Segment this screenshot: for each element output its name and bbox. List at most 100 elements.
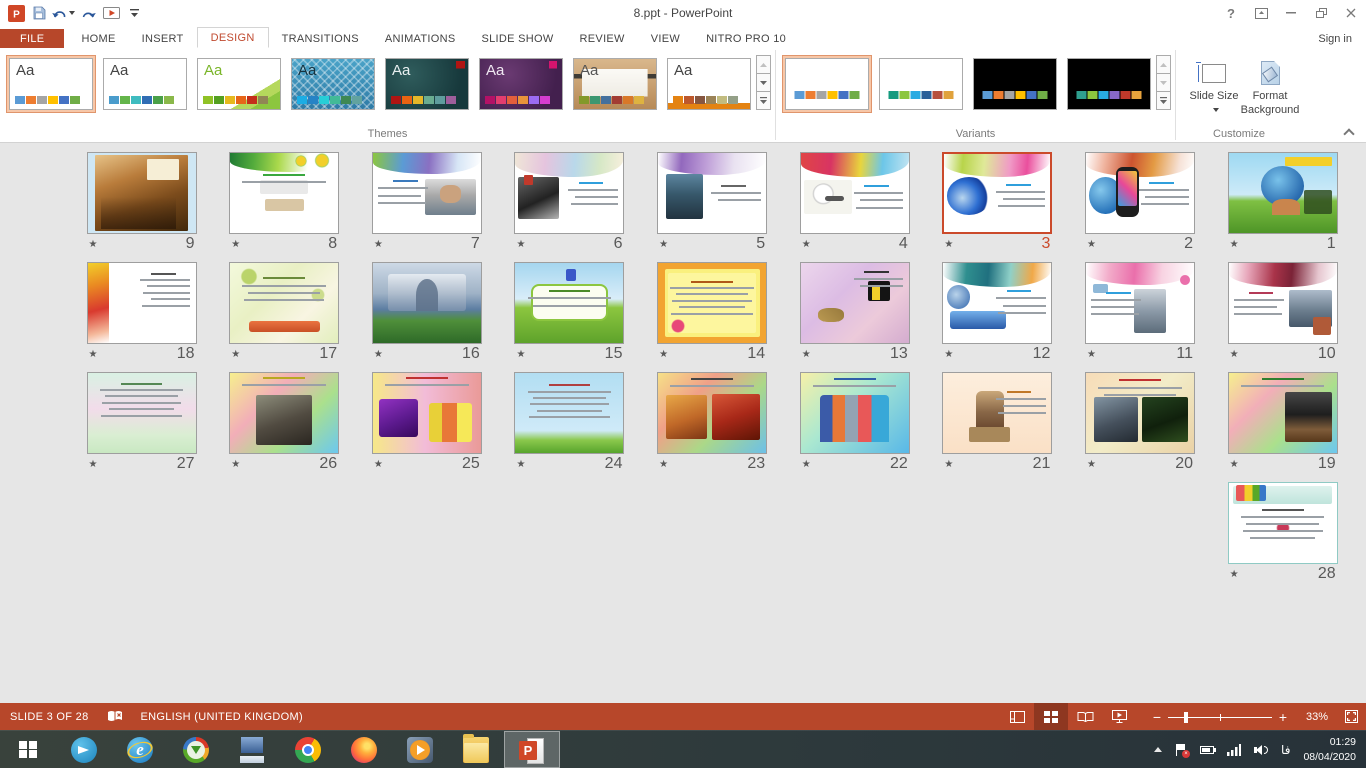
tab-animations[interactable]: ANIMATIONS: [372, 29, 469, 48]
collapse-ribbon-icon[interactable]: [1344, 128, 1354, 136]
taskbar-start-button[interactable]: [0, 731, 56, 768]
start-from-beginning-button[interactable]: [101, 3, 121, 23]
slide-thumbnail-22[interactable]: [800, 372, 910, 454]
slide-thumbnail-26[interactable]: [229, 372, 339, 454]
slide-thumbnail-2[interactable]: [1085, 152, 1195, 234]
language-indicator[interactable]: ENGLISH (UNITED KINGDOM): [141, 711, 303, 723]
slide-thumbnail-28[interactable]: [1228, 482, 1338, 564]
tab-review[interactable]: REVIEW: [567, 29, 638, 48]
taskbar-chrome-button[interactable]: [280, 731, 336, 768]
slide-thumbnail-14[interactable]: [657, 262, 767, 344]
variant-thumbnail-1[interactable]: [782, 55, 872, 113]
slide-thumbnail-11[interactable]: [1085, 262, 1195, 344]
customize-qat-button[interactable]: [124, 3, 144, 23]
taskbar-firefox-button[interactable]: [336, 731, 392, 768]
slide-thumbnail-21[interactable]: [942, 372, 1052, 454]
gallery-scroll-up-icon[interactable]: [756, 55, 771, 74]
slide-thumbnail-1[interactable]: [1228, 152, 1338, 234]
tab-view[interactable]: VIEW: [638, 29, 693, 48]
taskbar-ie-button[interactable]: [112, 731, 168, 768]
slide-thumbnail-24[interactable]: [514, 372, 624, 454]
slide-thumbnail-25[interactable]: [372, 372, 482, 454]
minimize-icon[interactable]: [1276, 0, 1306, 26]
tab-file[interactable]: FILE: [0, 29, 64, 48]
slide-thumbnail-19[interactable]: [1228, 372, 1338, 454]
slide-thumbnail-16[interactable]: [372, 262, 482, 344]
slide-thumbnail-27[interactable]: [87, 372, 197, 454]
theme-thumbnail-4[interactable]: Aa: [288, 55, 378, 113]
zoom-in-icon[interactable]: +: [1276, 709, 1290, 725]
slide-thumbnail-18[interactable]: [87, 262, 197, 344]
sign-in-link[interactable]: Sign in: [1318, 33, 1352, 45]
ribbon-display-options-icon[interactable]: [1246, 0, 1276, 26]
taskbar-media-player-button[interactable]: [392, 731, 448, 768]
slide-thumbnail-4[interactable]: [800, 152, 910, 234]
zoom-level[interactable]: 33%: [1290, 711, 1328, 723]
slide-thumbnail-3[interactable]: [942, 152, 1052, 234]
tab-home[interactable]: HOME: [68, 29, 128, 48]
slide-thumbnail-8[interactable]: [229, 152, 339, 234]
redo-button[interactable]: [78, 3, 98, 23]
theme-thumbnail-6[interactable]: Aa: [476, 55, 566, 113]
slide-sorter-view-icon[interactable]: [1034, 703, 1068, 730]
clock[interactable]: 01:29 08/04/2020: [1303, 735, 1356, 763]
slide-thumbnail-13[interactable]: [800, 262, 910, 344]
theme-thumbnail-2[interactable]: Aa: [100, 55, 190, 113]
undo-button[interactable]: [52, 3, 75, 23]
hidden-icons-chevron-icon[interactable]: [1154, 747, 1162, 752]
network-signal-icon[interactable]: [1227, 744, 1241, 756]
tab-transitions[interactable]: TRANSITIONS: [269, 29, 372, 48]
variant-thumbnail-2[interactable]: [876, 55, 966, 113]
taskbar-file-explorer-button[interactable]: [448, 731, 504, 768]
taskbar-remote-desktop-button[interactable]: [224, 731, 280, 768]
gallery-more-icon[interactable]: [756, 91, 771, 110]
variant-thumbnail-4[interactable]: [1064, 55, 1154, 113]
slide-indicator[interactable]: SLIDE 3 OF 28: [10, 711, 89, 723]
close-icon[interactable]: [1336, 0, 1366, 26]
gallery-scroll-down-icon[interactable]: [1156, 73, 1171, 92]
action-center-flag-icon[interactable]: ×: [1175, 744, 1187, 756]
slide-thumbnail-6[interactable]: [514, 152, 624, 234]
slide-thumbnail-12[interactable]: [942, 262, 1052, 344]
tab-insert[interactable]: INSERT: [129, 29, 197, 48]
slide-thumbnail-5[interactable]: [657, 152, 767, 234]
slide-thumbnail-9[interactable]: [87, 152, 197, 234]
slide-thumbnail-20[interactable]: [1085, 372, 1195, 454]
tab-design[interactable]: DESIGN: [197, 27, 269, 48]
battery-icon[interactable]: [1200, 746, 1214, 754]
taskbar-powerpoint-button[interactable]: [504, 731, 560, 768]
fit-slide-to-window-icon[interactable]: [1336, 703, 1366, 730]
slide-show-icon[interactable]: [1102, 703, 1136, 730]
zoom-out-icon[interactable]: −: [1150, 709, 1164, 725]
slide-thumbnail-7[interactable]: [372, 152, 482, 234]
volume-icon[interactable]: [1254, 744, 1268, 756]
language-switcher[interactable]: فا: [1281, 743, 1290, 757]
gallery-more-icon[interactable]: [1156, 91, 1171, 110]
slide-thumbnail-15[interactable]: [514, 262, 624, 344]
zoom-slider-thumb[interactable]: [1184, 712, 1188, 723]
help-icon[interactable]: ?: [1216, 0, 1246, 26]
theme-thumbnail-8[interactable]: Aa: [664, 55, 754, 113]
tab-slide-show[interactable]: SLIDE SHOW: [468, 29, 566, 48]
theme-thumbnail-5[interactable]: Aa: [382, 55, 472, 113]
powerpoint-logo-button[interactable]: P: [6, 3, 26, 23]
gallery-scroll-down-icon[interactable]: [756, 73, 771, 92]
theme-thumbnail-1[interactable]: Aa: [6, 55, 96, 113]
variant-thumbnail-3[interactable]: [970, 55, 1060, 113]
reading-view-icon[interactable]: [1068, 703, 1102, 730]
save-button[interactable]: [29, 3, 49, 23]
tab-nitro-pro-10[interactable]: NITRO PRO 10: [693, 29, 799, 48]
restore-icon[interactable]: [1306, 0, 1336, 26]
zoom-slider[interactable]: [1168, 711, 1272, 723]
gallery-scroll-up-icon[interactable]: [1156, 55, 1171, 74]
slide-size-button[interactable]: Slide Size: [1186, 55, 1242, 126]
theme-thumbnail-3[interactable]: Aa: [194, 55, 284, 113]
slide-thumbnail-17[interactable]: [229, 262, 339, 344]
spell-check-icon[interactable]: [107, 709, 123, 725]
slide-thumbnail-23[interactable]: [657, 372, 767, 454]
taskbar-idm-button[interactable]: [168, 731, 224, 768]
taskbar-telegram-button[interactable]: [56, 731, 112, 768]
theme-thumbnail-7[interactable]: Aa: [570, 55, 660, 113]
normal-view-icon[interactable]: [1000, 703, 1034, 730]
slide-thumbnail-10[interactable]: [1228, 262, 1338, 344]
